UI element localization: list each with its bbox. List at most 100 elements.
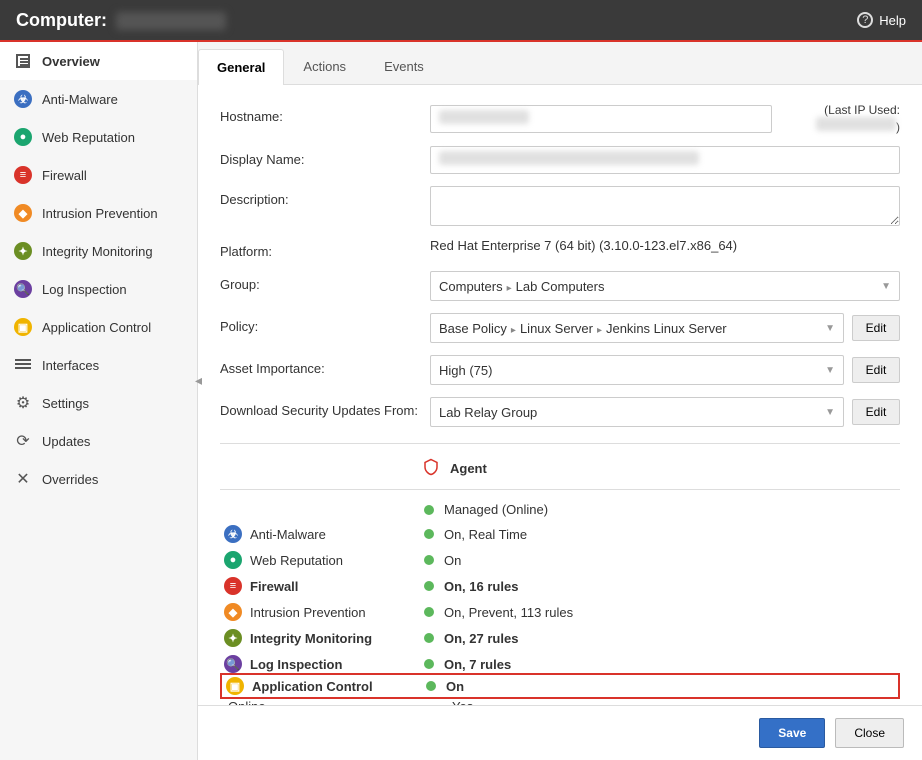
sidebar-item-anti-malware[interactable]: ☣Anti-Malware bbox=[0, 80, 197, 118]
module-name: Log Inspection bbox=[250, 657, 342, 672]
display-name-input[interactable] bbox=[430, 146, 900, 174]
agent-label: Agent bbox=[450, 461, 487, 476]
sidebar-item-label: Settings bbox=[42, 396, 89, 411]
module-status: On, 7 rules bbox=[444, 657, 511, 672]
status-dot-icon bbox=[426, 681, 436, 691]
close-button[interactable]: Close bbox=[835, 718, 904, 748]
display-name-label: Display Name: bbox=[220, 146, 430, 167]
agent-icon bbox=[422, 458, 440, 479]
chevron-down-icon: ▼ bbox=[825, 407, 835, 418]
policy-label: Policy: bbox=[220, 313, 430, 334]
group-select[interactable]: Computers▸Lab Computers ▼ bbox=[430, 271, 900, 301]
status-table: Agent Managed (Online) ☣ Anti-Malware On, … bbox=[220, 443, 900, 705]
sidebar-item-label: Interfaces bbox=[42, 358, 99, 373]
globe-icon: ● bbox=[224, 551, 242, 569]
sidebar-item-firewall[interactable]: ≡ Firewall bbox=[0, 156, 197, 194]
module-status: On, 16 rules bbox=[444, 579, 518, 594]
tab-actions[interactable]: Actions bbox=[284, 48, 365, 84]
sidebar-item-integrity-monitoring[interactable]: ✦ Integrity Monitoring bbox=[0, 232, 197, 270]
group-label: Group: bbox=[220, 271, 430, 292]
sidebar-item-label: Log Inspection bbox=[42, 282, 127, 297]
sidebar-item-label: Web Reputation bbox=[42, 130, 135, 145]
window-header: Computer: ? Help bbox=[0, 0, 922, 42]
sidebar-item-settings[interactable]: ⚙ Settings bbox=[0, 384, 197, 422]
status-row-integrity-monitoring: ✦Integrity MonitoringOn, 27 rules bbox=[220, 625, 900, 651]
managed-status: Managed (Online) bbox=[444, 502, 548, 517]
chevron-down-icon: ▼ bbox=[825, 365, 835, 376]
sidebar-item-label: Overview bbox=[42, 54, 100, 69]
sidebar-item-label: Firewall bbox=[42, 168, 87, 183]
sidebar-item-overview[interactable]: Overview bbox=[0, 42, 197, 80]
module-name: Application Control bbox=[252, 679, 373, 694]
shield-icon: ◆ bbox=[224, 603, 242, 621]
module-status: On bbox=[444, 553, 461, 568]
save-button[interactable]: Save bbox=[759, 718, 825, 748]
status-dot-icon bbox=[424, 529, 434, 539]
sidebar-item-application-control[interactable]: ▣ Application Control bbox=[0, 308, 197, 346]
status-dot-icon bbox=[424, 555, 434, 565]
help-link[interactable]: ? Help bbox=[857, 12, 906, 28]
sidebar-item-label: Anti-Malware bbox=[42, 92, 118, 107]
status-row-web-reputation: ● Web Reputation On bbox=[220, 547, 900, 573]
sidebar-collapse-handle[interactable]: ◂ bbox=[195, 372, 205, 402]
sidebar-item-overrides[interactable]: ✕ Overrides bbox=[0, 460, 197, 498]
download-edit-button[interactable]: Edit bbox=[852, 399, 900, 425]
module-status: On, 27 rules bbox=[444, 631, 518, 646]
sidebar-item-log-inspection[interactable]: 🔍Log Inspection bbox=[0, 270, 197, 308]
status-row-intrusion-prevention: ◆ Intrusion Prevention On, Prevent, 113 ru… bbox=[220, 599, 900, 625]
appcontrol-icon: ▣ bbox=[226, 677, 244, 695]
gear-icon: ⚙ bbox=[14, 394, 32, 412]
module-name: Web Reputation bbox=[250, 553, 343, 568]
help-icon: ? bbox=[857, 12, 873, 28]
tabs: GeneralActionsEvents bbox=[198, 42, 922, 85]
sidebar: Overview ☣Anti-Malware ● Web Reputation ≡ Fir… bbox=[0, 42, 198, 760]
platform-label: Platform: bbox=[220, 238, 430, 259]
tab-events[interactable]: Events bbox=[365, 48, 443, 84]
module-name: Anti-Malware bbox=[250, 527, 326, 542]
description-label: Description: bbox=[220, 186, 430, 207]
sidebar-item-web-reputation[interactable]: ● Web Reputation bbox=[0, 118, 197, 156]
sidebar-item-label: Integrity Monitoring bbox=[42, 244, 153, 259]
status-row-anti-malware: ☣Anti-MalwareOn, Real Time bbox=[220, 521, 900, 547]
globe-icon: ● bbox=[14, 128, 32, 146]
asset-edit-button[interactable]: Edit bbox=[852, 357, 900, 383]
module-status: On bbox=[446, 679, 464, 694]
status-dot-icon bbox=[424, 505, 434, 515]
firewall-icon: ≡ bbox=[224, 577, 242, 595]
asset-importance-select[interactable]: High (75) ▼ bbox=[430, 355, 844, 385]
download-updates-label: Download Security Updates From: bbox=[220, 397, 430, 418]
module-status: On, Prevent, 113 rules bbox=[444, 605, 573, 620]
policy-select[interactable]: Base Policy▸Linux Server▸Jenkins Linux S… bbox=[430, 313, 844, 343]
monitor-icon: ✦ bbox=[14, 242, 32, 260]
tab-general[interactable]: General bbox=[198, 49, 284, 85]
platform-value: Red Hat Enterprise 7 (64 bit) (3.10.0-12… bbox=[430, 238, 737, 253]
download-updates-select[interactable]: Lab Relay Group ▼ bbox=[430, 397, 844, 427]
hostname-input[interactable] bbox=[430, 105, 772, 133]
policy-edit-button[interactable]: Edit bbox=[852, 315, 900, 341]
sidebar-item-label: Application Control bbox=[42, 320, 151, 335]
last-ip-used: (Last IP Used: ) bbox=[780, 103, 900, 134]
module-name: Intrusion Prevention bbox=[250, 605, 366, 620]
sidebar-item-interfaces[interactable]: Interfaces bbox=[0, 346, 197, 384]
biohazard-icon: ☣ bbox=[224, 525, 242, 543]
status-dot-icon bbox=[424, 607, 434, 617]
sidebar-item-label: Updates bbox=[42, 434, 90, 449]
module-name: Integrity Monitoring bbox=[250, 631, 372, 646]
status-dot-icon bbox=[424, 581, 434, 591]
overview-icon bbox=[14, 52, 32, 70]
general-panel: Hostname: (Last IP Used: ) Display Name:… bbox=[198, 85, 922, 705]
appcontrol-icon: ▣ bbox=[14, 318, 32, 336]
shuffle-icon: ✕ bbox=[14, 470, 32, 488]
module-name: Firewall bbox=[250, 579, 298, 594]
sidebar-item-updates[interactable]: ⟳Updates bbox=[0, 422, 197, 460]
footer: Save Close bbox=[198, 705, 922, 760]
sidebar-item-intrusion-prevention[interactable]: ◆Intrusion Prevention bbox=[0, 194, 197, 232]
description-input[interactable] bbox=[430, 186, 900, 226]
interfaces-icon bbox=[14, 356, 32, 374]
firewall-icon: ≡ bbox=[14, 166, 32, 184]
window-title: Computer: bbox=[16, 10, 226, 31]
sidebar-item-label: Overrides bbox=[42, 472, 98, 487]
chevron-down-icon: ▼ bbox=[881, 281, 891, 292]
sidebar-item-label: Intrusion Prevention bbox=[42, 206, 158, 221]
chevron-down-icon: ▼ bbox=[825, 323, 835, 334]
